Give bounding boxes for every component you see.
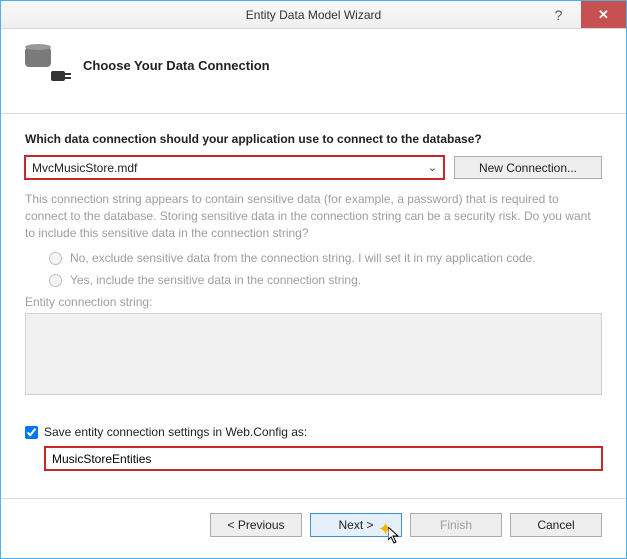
radio-exclude-sensitive: No, exclude sensitive data from the conn…: [25, 251, 602, 265]
wizard-footer: < Previous Next > Finish Cancel: [1, 499, 626, 551]
previous-button[interactable]: < Previous: [210, 513, 302, 537]
radio-icon: [49, 274, 62, 287]
radio-include-sensitive: Yes, include the sensitive data in the c…: [25, 273, 602, 287]
close-button[interactable]: ✕: [581, 1, 626, 28]
entity-connection-string-textarea: [25, 313, 602, 395]
save-settings-row: Save entity connection settings in Web.C…: [25, 425, 602, 439]
data-connection-dropdown[interactable]: MvcMusicStore.mdf ⌄: [25, 156, 444, 179]
wizard-content: Which data connection should your applic…: [1, 114, 626, 470]
chevron-down-icon: ⌄: [428, 161, 437, 174]
radio-exclude-label: No, exclude sensitive data from the conn…: [70, 251, 536, 265]
help-button[interactable]: ?: [536, 1, 581, 28]
radio-icon: [49, 252, 62, 265]
cancel-button[interactable]: Cancel: [510, 513, 602, 537]
database-connection-icon: [25, 47, 65, 83]
data-connection-value: MvcMusicStore.mdf: [32, 161, 137, 175]
question-label: Which data connection should your applic…: [25, 132, 602, 146]
finish-button: Finish: [410, 513, 502, 537]
entity-connection-string-label: Entity connection string:: [25, 295, 602, 309]
config-name-wrapper: [25, 447, 602, 470]
window-buttons: ? ✕: [536, 1, 626, 28]
next-button[interactable]: Next >: [310, 513, 402, 537]
config-name-input[interactable]: [45, 447, 602, 470]
radio-include-label: Yes, include the sensitive data in the c…: [70, 273, 361, 287]
window-title: Entity Data Model Wizard: [1, 8, 626, 22]
header-subtitle: Choose Your Data Connection: [83, 58, 270, 73]
titlebar: Entity Data Model Wizard ? ✕: [1, 1, 626, 29]
sensitive-data-info: This connection string appears to contai…: [25, 191, 602, 241]
connection-row: MvcMusicStore.mdf ⌄ New Connection...: [25, 156, 602, 179]
new-connection-button[interactable]: New Connection...: [454, 156, 602, 179]
wizard-header: Choose Your Data Connection: [1, 29, 626, 114]
save-settings-label: Save entity connection settings in Web.C…: [44, 425, 307, 439]
save-settings-checkbox[interactable]: [25, 426, 38, 439]
